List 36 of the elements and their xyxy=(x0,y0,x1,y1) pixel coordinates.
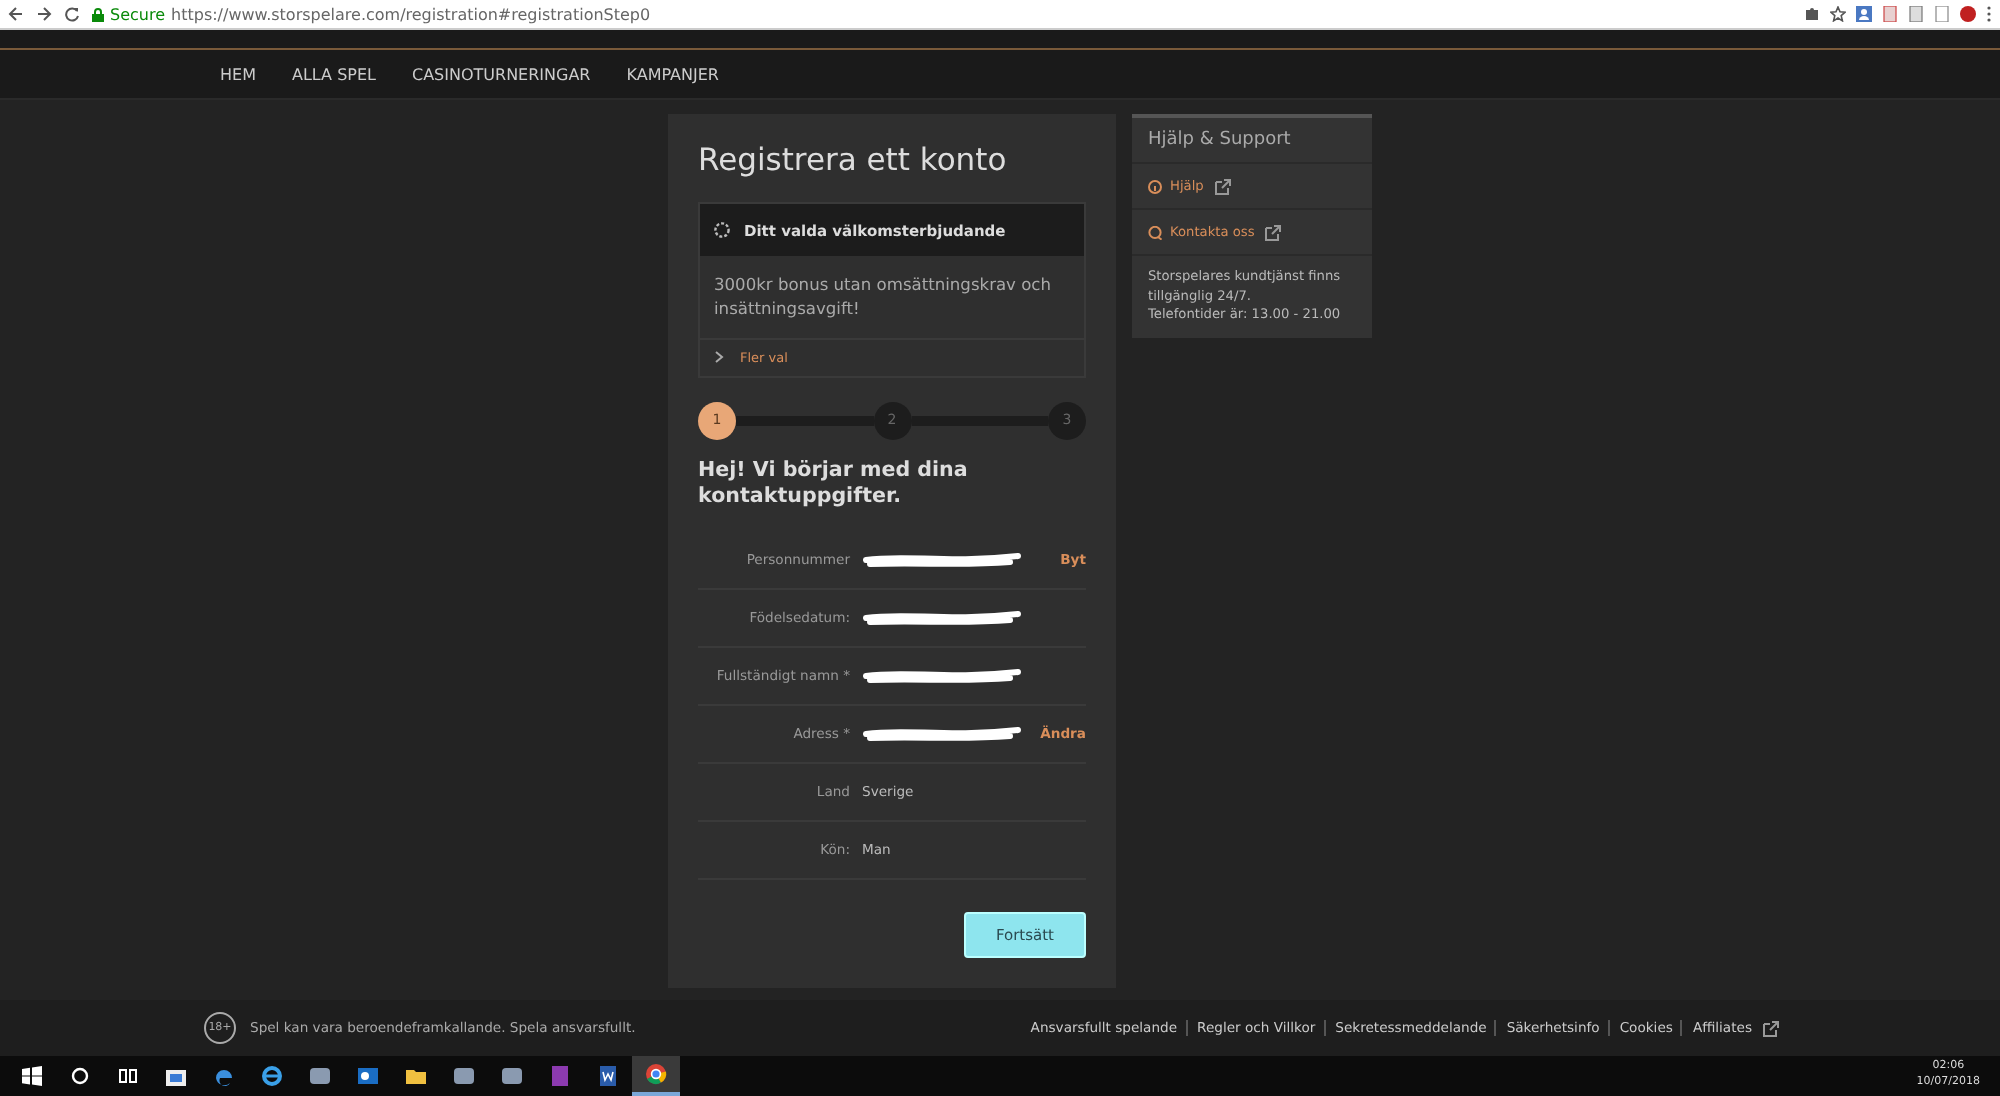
info-icon xyxy=(1148,179,1162,193)
browser-icon xyxy=(212,1064,236,1088)
app-icon xyxy=(500,1064,524,1088)
external-link-icon xyxy=(1262,222,1283,242)
browser-icon xyxy=(260,1064,284,1088)
chevron-icon xyxy=(714,350,724,365)
windows-start-icon[interactable] xyxy=(22,1066,42,1086)
reload-icon[interactable] xyxy=(64,6,80,22)
nav-link[interactable]: CASINOTURNERINGAR xyxy=(411,65,591,83)
forward-icon[interactable] xyxy=(36,6,52,22)
notebook-icon xyxy=(548,1064,572,1088)
lock-icon xyxy=(92,7,104,21)
back-icon[interactable] xyxy=(8,6,24,22)
form-heading: Hej! Vi börjar med dina kontaktuppgifter. xyxy=(698,457,970,512)
mail-icon xyxy=(356,1064,380,1088)
folder-icon xyxy=(404,1064,428,1088)
app-icon xyxy=(308,1064,332,1088)
offer-text: 3000kr bonus utan omsättningskrav och insättningsavgift! xyxy=(714,274,1052,319)
app-icon xyxy=(452,1064,476,1088)
page-title: Registrera ett konto xyxy=(698,142,1009,178)
browser-icon xyxy=(644,1062,668,1086)
document-icon xyxy=(596,1064,620,1088)
star-icon[interactable] xyxy=(1830,6,1846,22)
taskbar-button[interactable] xyxy=(632,1056,680,1096)
secure-label: Secure xyxy=(110,5,166,23)
menu-icon[interactable] xyxy=(1986,6,1992,22)
external-link-icon xyxy=(1211,176,1232,196)
search-icon[interactable] xyxy=(70,1066,90,1086)
panel-title: Hjälp & Support xyxy=(1132,118,1372,164)
person-icon[interactable] xyxy=(1856,6,1872,22)
chat-icon xyxy=(1148,225,1162,239)
address-bar[interactable]: https://www.storspelare.com/registration#registrationStep0 xyxy=(171,5,651,23)
nav-link[interactable]: ALLA SPEL xyxy=(291,65,376,83)
nav-link[interactable]: KAMPANJER xyxy=(626,65,719,83)
nav-link[interactable]: HEM xyxy=(220,65,256,83)
task-view-icon[interactable] xyxy=(118,1066,138,1086)
